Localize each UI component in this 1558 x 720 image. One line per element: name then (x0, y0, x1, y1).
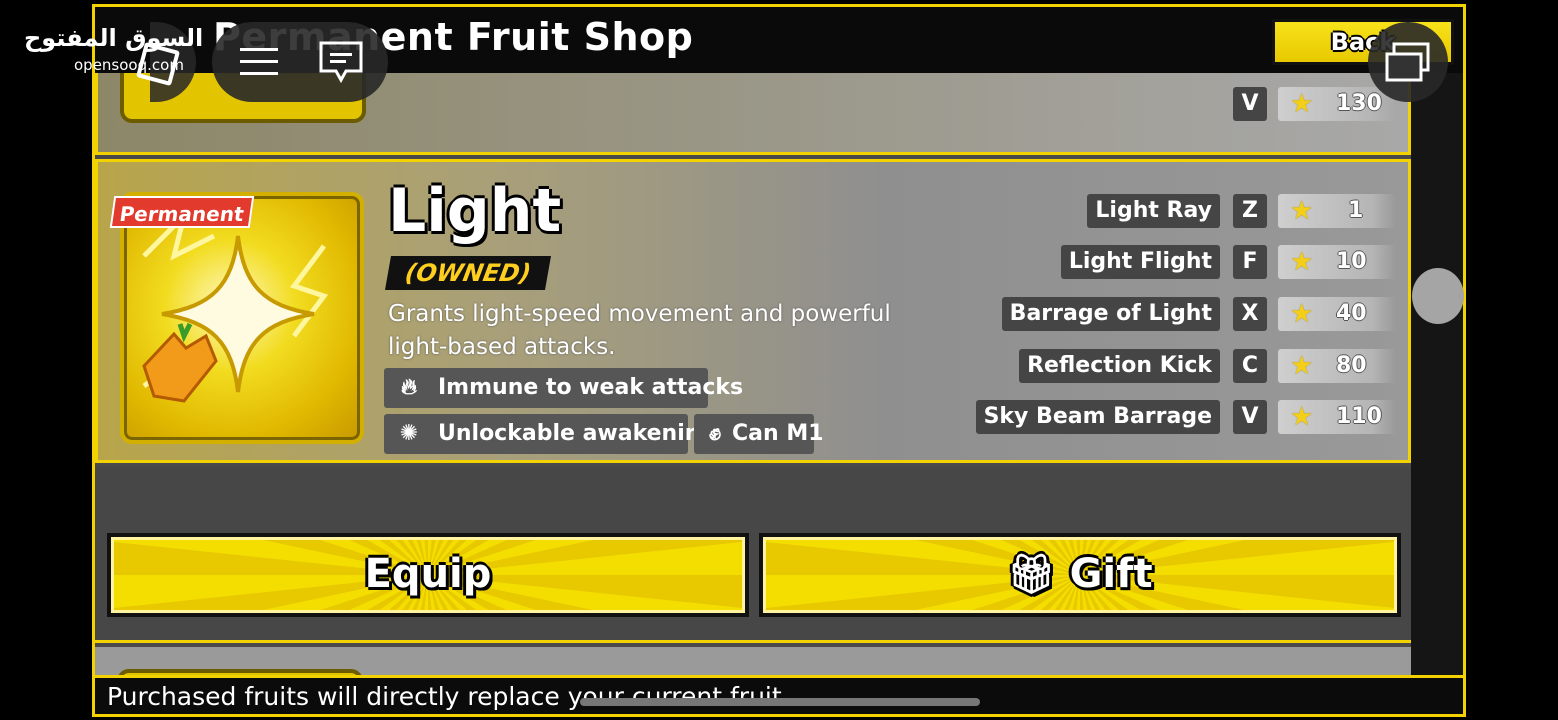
chat-icon[interactable] (318, 40, 364, 84)
light-fruit-icon (142, 207, 329, 403)
move-cost: ★ 80 (1278, 349, 1396, 383)
move-cost: ★ 40 (1278, 297, 1396, 331)
gift-button[interactable]: 🎁︎ Gift (759, 533, 1401, 617)
move-key: V (1233, 400, 1267, 434)
move-name: Light Flight (1060, 245, 1220, 279)
action-area: Equip 🎁︎ Gift (95, 467, 1411, 643)
gift-icon: 🎁︎ (1007, 552, 1056, 596)
watermark-logo: السوق المفتوح (24, 24, 204, 52)
tag-awakening: ✺ Unlockable awakening (384, 414, 716, 454)
footer-bar: Purchased fruits will directly replace y… (95, 675, 1463, 714)
move-name: Light Ray (1087, 194, 1220, 228)
move-cost: ★ 110 (1278, 400, 1396, 434)
move-cost: ★ 130 (1278, 87, 1396, 121)
equip-button[interactable]: Equip (107, 533, 749, 617)
move-cost: ★ 10 (1278, 245, 1396, 279)
watermark-url: opensooq.com (74, 56, 184, 74)
home-indicator[interactable] (580, 698, 980, 706)
star-icon: ★ (1290, 89, 1314, 119)
hamburger-icon[interactable] (240, 46, 280, 78)
windows-icon (1385, 42, 1430, 82)
fruit-card: Permanent Light (OWNED) Grants light-spe… (95, 159, 1411, 463)
screenshot-button[interactable] (1368, 22, 1448, 102)
move-key: V (1233, 87, 1267, 121)
scrollbar-thumb[interactable] (1412, 268, 1464, 324)
move-name: Sky Beam Barrage (975, 400, 1220, 434)
move-key: C (1233, 349, 1267, 383)
fruit-name: Light (388, 176, 562, 246)
star-icon: ★ (1290, 247, 1314, 277)
awakening-icon: ✺ (399, 421, 419, 446)
star-icon: ★ (1290, 402, 1314, 432)
move-cost: ★ 1 (1278, 194, 1396, 228)
move-key: Z (1233, 194, 1267, 228)
star-icon: ★ (1290, 299, 1314, 329)
scrollbar-track[interactable] (1411, 73, 1463, 714)
tag-immune: 🔥︎ Immune to weak attacks (384, 368, 743, 408)
top-menu-pill (212, 22, 388, 102)
fire-icon: 🔥︎ (400, 375, 418, 400)
star-icon: ★ (1290, 196, 1314, 226)
permanent-badge: Permanent (109, 196, 255, 228)
star-icon: ★ (1290, 351, 1314, 381)
shop-panel: Permanent Fruit Shop Back V ★ 130 Perman… (92, 4, 1466, 717)
fruit-description: Grants light-speed movement and powerful… (388, 301, 891, 360)
owned-badge: (OWNED) (385, 256, 551, 290)
move-name: Reflection Kick (1019, 349, 1220, 383)
footer-note: Purchased fruits will directly replace y… (107, 682, 782, 711)
fist-icon: ✊︎ (708, 421, 722, 446)
move-name: Barrage of Light (1001, 297, 1220, 331)
move-key: X (1233, 297, 1267, 331)
tag-m1: ✊︎ Can M1 (694, 414, 824, 454)
move-key: F (1233, 245, 1267, 279)
